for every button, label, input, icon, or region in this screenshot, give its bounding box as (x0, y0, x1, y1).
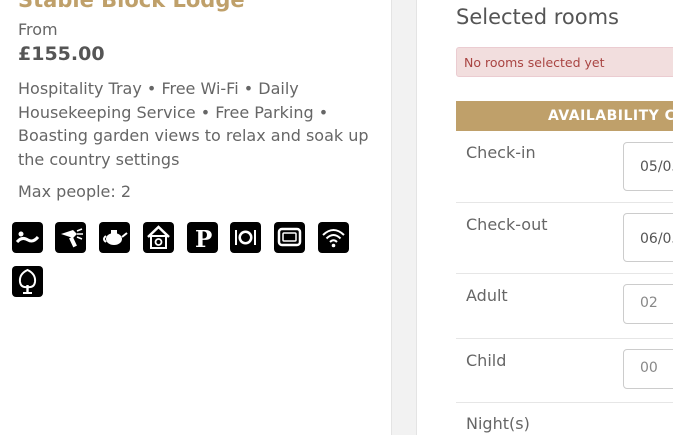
svg-text:P: P (195, 226, 212, 253)
child-row: Child 00 (456, 339, 673, 403)
adult-count-select[interactable]: 02 (623, 284, 673, 324)
availability-calendar-header[interactable]: AVAILABILITY CALENDAR (456, 101, 673, 131)
child-count-select[interactable]: 00 (623, 349, 673, 389)
booking-panel: Selected rooms No rooms selected yet AVA… (417, 0, 673, 435)
wifi-icon (318, 222, 349, 253)
adult-label: Adult (466, 286, 508, 305)
tree-icon (12, 266, 43, 297)
adult-row: Adult 02 (456, 274, 673, 339)
checkout-label: Check-out (466, 215, 548, 234)
checkin-label: Check-in (466, 143, 536, 162)
adult-count-value: 02 (640, 295, 658, 311)
nights-label: Night(s) (466, 414, 530, 433)
hairdryer-icon (55, 222, 86, 253)
room-price: £155.00 (18, 43, 105, 65)
parking-icon: P (187, 222, 218, 253)
checkin-row: Check-in 05/05/2024 (456, 131, 673, 203)
plate-cutlery-icon (230, 222, 261, 253)
room-title[interactable]: Stable Block Lodge (18, 0, 245, 12)
room-description: Hospitality Tray • Free Wi-Fi • Daily Ho… (18, 79, 369, 169)
child-count-value: 00 (640, 360, 658, 376)
empty-selection-alert: No rooms selected yet (456, 47, 673, 77)
checkout-date-value: 06/05/2024 (640, 231, 673, 247)
bath-icon (12, 222, 43, 253)
checkout-row: Check-out 06/05/2024 (456, 203, 673, 274)
max-people: Max people: 2 (18, 182, 132, 201)
price-from-label: From (18, 20, 58, 39)
selected-rooms-title: Selected rooms (456, 5, 619, 29)
availability-calendar-label: AVAILABILITY CALENDAR (548, 108, 673, 124)
empty-selection-message: No rooms selected yet (464, 55, 605, 70)
column-gutter (391, 0, 417, 435)
nights-row: Night(s) (456, 403, 673, 435)
house-icon (143, 222, 174, 253)
room-details-panel: Stable Block Lodge From £155.00 Hospital… (0, 0, 391, 435)
tv-icon (274, 222, 305, 253)
child-label: Child (466, 351, 507, 370)
teapot-icon (99, 222, 130, 253)
checkin-date-value: 05/05/2024 (640, 159, 673, 175)
checkin-date-input[interactable]: 05/05/2024 (623, 142, 673, 191)
checkout-date-input[interactable]: 06/05/2024 (623, 213, 673, 262)
